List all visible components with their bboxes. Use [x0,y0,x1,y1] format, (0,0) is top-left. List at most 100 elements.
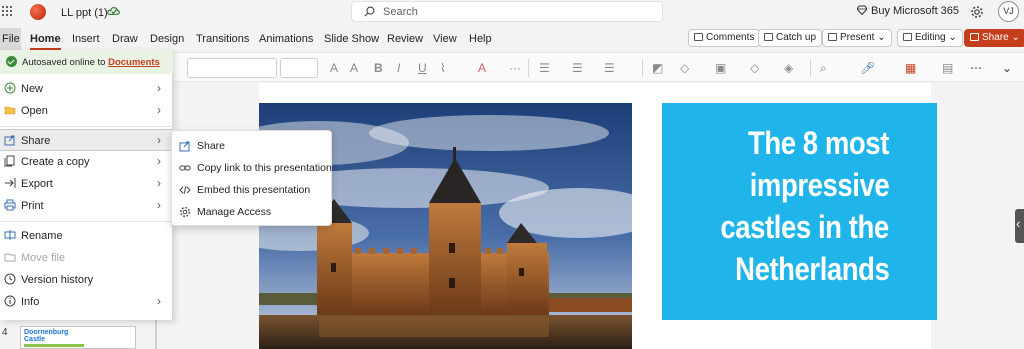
tab-home[interactable]: Home [30,33,61,50]
present-button[interactable]: Present ⌄ [822,29,892,47]
documents-link[interactable]: Documents [108,57,160,68]
tag-icon[interactable]: ◇ [750,61,759,75]
share-submenu: Share Copy link to this presentation Emb… [171,130,332,226]
submenu-item-label: Copy link to this presentation [197,162,332,174]
tab-transitions[interactable]: Transitions [196,33,249,45]
align-icon[interactable]: ☰ [604,61,615,75]
editing-label: Editing [915,32,946,43]
tab-file[interactable]: File [0,28,21,50]
app-launcher-icon[interactable] [0,4,14,20]
editing-mode-button[interactable]: Editing ⌄ [897,29,963,47]
slide-title-box[interactable]: The 8 most impressive castles in the Net… [662,103,937,320]
menu-item-move-file: Move file [0,247,173,269]
italic-icon[interactable]: I [397,61,400,75]
submenu-item-label: Manage Access [197,206,272,218]
menu-item-export[interactable]: Export › [0,173,173,195]
submenu-item-label: Embed this presentation [197,184,311,196]
tab-view[interactable]: View [433,33,457,45]
chevron-down-icon: ⌄ [948,32,957,43]
search-input[interactable]: Search [351,1,663,22]
side-panel-toggle[interactable] [1015,209,1024,243]
diamond-icon [857,5,867,15]
chevron-down-icon: ⌄ [1011,32,1020,43]
chevron-down-icon[interactable]: ⌄ [1002,61,1012,75]
bold-icon[interactable]: B [374,61,383,75]
menu-item-print[interactable]: Print › [0,195,173,217]
decrease-font-icon[interactable]: A [350,61,358,75]
ribbon-toolbar: A A B I U ⌇ A ··· ☰ ☰ ☰ ◩ ◇ ▣ ◇ ◈ ⌕ 🎤︎ ▦… [172,52,1024,82]
menu-item-rename[interactable]: Rename [0,225,173,247]
slide-title-line: castles in the [720,209,890,245]
tab-draw[interactable]: Draw [112,33,138,45]
document-title[interactable]: LL ppt (1) [61,7,108,19]
submenu-item-share[interactable]: Share [172,135,333,157]
link-icon [179,165,191,171]
designer-icon[interactable]: ▦ [905,61,916,75]
tab-insert[interactable]: Insert [72,33,100,45]
rename-icon [4,230,16,240]
slide-thumbnail[interactable]: Doornenburg Castle [20,326,136,349]
copy-icon [4,155,15,167]
arrange-icon[interactable]: ◈ [784,61,793,75]
bullets-icon[interactable]: ☰ [539,61,550,75]
plus-circle-icon [4,82,16,94]
export-icon [5,178,16,188]
share-button[interactable]: Share ⌄ [964,29,1024,47]
menu-item-create-copy[interactable]: Create a copy › [0,151,173,173]
menu-item-label: Export [21,178,53,190]
settings-gear-icon[interactable] [970,5,984,19]
chevron-right-icon: › [157,133,161,147]
tab-design[interactable]: Design [150,33,184,45]
font-name-dropdown[interactable] [187,58,277,78]
check-icon [6,56,17,67]
slide-title-line: impressive [749,167,889,203]
title-bar: LL ppt (1) Search Buy Microsoft 365 VJ [0,0,1024,28]
menu-item-label: Print [21,200,44,212]
shape-fill-icon[interactable]: ◇ [680,61,689,75]
comments-button[interactable]: Comments [688,29,761,47]
thumbnail-title-line: Doornenburg [24,329,69,336]
submenu-item-embed[interactable]: Embed this presentation [172,179,333,201]
picture-icon[interactable]: ▣ [715,61,726,75]
toolbar-divider [528,59,529,77]
catch-up-button[interactable]: Catch up [758,29,823,47]
menu-item-share[interactable]: Share › [0,129,173,151]
share-icon [970,33,979,41]
format-painter-icon[interactable]: ⌇ [440,61,446,75]
buy-microsoft-365-link[interactable]: Buy Microsoft 365 [857,5,959,17]
powerpoint-logo-icon [30,4,46,20]
font-size-dropdown[interactable] [280,58,318,78]
share-icon [179,141,190,152]
tab-animations[interactable]: Animations [259,33,313,45]
tab-help[interactable]: Help [469,33,492,45]
menu-item-label: Version history [21,274,94,286]
shapes-icon[interactable]: ◩ [652,61,663,75]
addins-icon[interactable]: ▤ [942,61,953,75]
find-icon[interactable]: ⌕ [820,61,827,76]
increase-font-icon[interactable]: A [330,61,338,75]
menu-item-new[interactable]: New › [0,78,173,100]
menu-item-open[interactable]: Open › [0,100,173,122]
font-color-icon[interactable]: A [478,61,486,75]
underline-icon[interactable]: U [418,61,427,75]
chevron-right-icon: › [157,176,161,190]
numbering-icon[interactable]: ☰ [572,61,583,75]
code-embed-icon [179,185,191,195]
menu-item-label: Share [21,135,51,147]
submenu-item-copy-link[interactable]: Copy link to this presentation [172,157,333,179]
thumbnail-number: 4 [2,327,8,338]
tab-review[interactable]: Review [387,33,423,45]
tab-slide-show[interactable]: Slide Show [324,33,379,45]
more-commands-icon[interactable]: ⋯ [970,61,982,75]
dictate-icon[interactable]: 🎤︎ [860,61,875,75]
catch-up-icon [764,33,773,41]
slide-title-line: Netherlands [734,251,890,287]
menu-item-version-history[interactable]: Version history [0,269,173,291]
avatar[interactable]: VJ [998,1,1019,22]
menu-item-info[interactable]: Info › [0,291,173,313]
more-options-icon[interactable]: ··· [509,61,521,75]
submenu-item-manage-access[interactable]: Manage Access [172,201,333,223]
search-placeholder: Search [383,6,418,18]
printer-icon [4,199,16,211]
comments-label: Comments [706,32,755,43]
